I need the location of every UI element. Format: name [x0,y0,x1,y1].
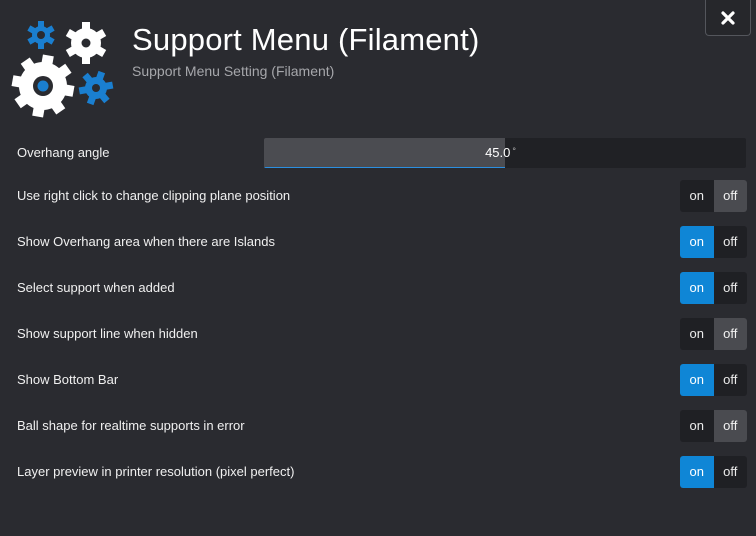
page-subtitle: Support Menu Setting (Filament) [132,63,335,79]
setting-label: Layer preview in printer resolution (pix… [17,464,295,479]
toggle-on-option[interactable]: on [680,364,714,396]
setting-row-layer-preview: Layer preview in printer resolution (pix… [0,456,756,488]
overhang-angle-row: Overhang angle 45.0 ° [0,137,756,169]
setting-row-bottom-bar: Show Bottom Bar on off [0,364,756,396]
on-off-toggle[interactable]: on off [680,410,747,442]
toggle-on-option[interactable]: on [680,456,714,488]
toggle-off-option[interactable]: off [714,456,748,488]
overhang-angle-value-display: 45.0 ° [264,138,516,168]
on-off-toggle[interactable]: on off [680,318,747,350]
setting-label: Show Bottom Bar [17,372,119,387]
close-icon [721,10,735,25]
page-title: Support Menu (Filament) [132,22,480,57]
overhang-angle-value: 45.0 [485,145,511,160]
setting-label: Show Overhang area when there are Island… [17,234,275,249]
toggle-off-option[interactable]: off [714,226,748,258]
white-gear-large-icon [11,54,75,118]
setting-label: Use right click to change clipping plane… [17,188,291,203]
toggle-off-option[interactable]: off [713,180,747,212]
toggle-on-option[interactable]: on [680,318,714,350]
toggle-off-option[interactable]: off [713,410,747,442]
gears-logo-icon [11,21,114,118]
blue-gear-top-icon [27,21,55,49]
toggle-on-option[interactable]: on [680,180,714,212]
on-off-toggle[interactable]: on off [680,180,747,212]
toggle-on-option[interactable]: on [680,272,714,304]
setting-row-support-line-hidden: Show support line when hidden on off [0,318,756,350]
setting-row-select-support: Select support when added on off [0,272,756,304]
setting-label: Ball shape for realtime supports in erro… [17,418,245,433]
white-gear-top-icon [65,22,107,64]
on-off-toggle[interactable]: on off [680,226,747,258]
toggle-off-option[interactable]: off [714,364,748,396]
toggle-off-option[interactable]: off [713,318,747,350]
toggle-on-option[interactable]: on [680,410,714,442]
on-off-toggle[interactable]: on off [680,456,747,488]
setting-row-ball-shape: Ball shape for realtime supports in erro… [0,410,756,442]
blue-gear-bottom-icon [78,70,114,106]
setting-row-overhang-islands: Show Overhang area when there are Island… [0,226,756,258]
overhang-angle-label: Overhang angle [17,145,110,160]
on-off-toggle[interactable]: on off [680,272,747,304]
close-button[interactable] [705,0,751,36]
toggle-on-option[interactable]: on [680,226,714,258]
setting-label: Select support when added [17,280,175,295]
setting-label: Show support line when hidden [17,326,198,341]
setting-row-clipping-plane: Use right click to change clipping plane… [0,180,756,212]
overhang-angle-unit: ° [512,146,516,156]
overhang-angle-slider[interactable]: 45.0 ° [264,138,746,168]
toggle-off-option[interactable]: off [714,272,748,304]
on-off-toggle[interactable]: on off [680,364,747,396]
